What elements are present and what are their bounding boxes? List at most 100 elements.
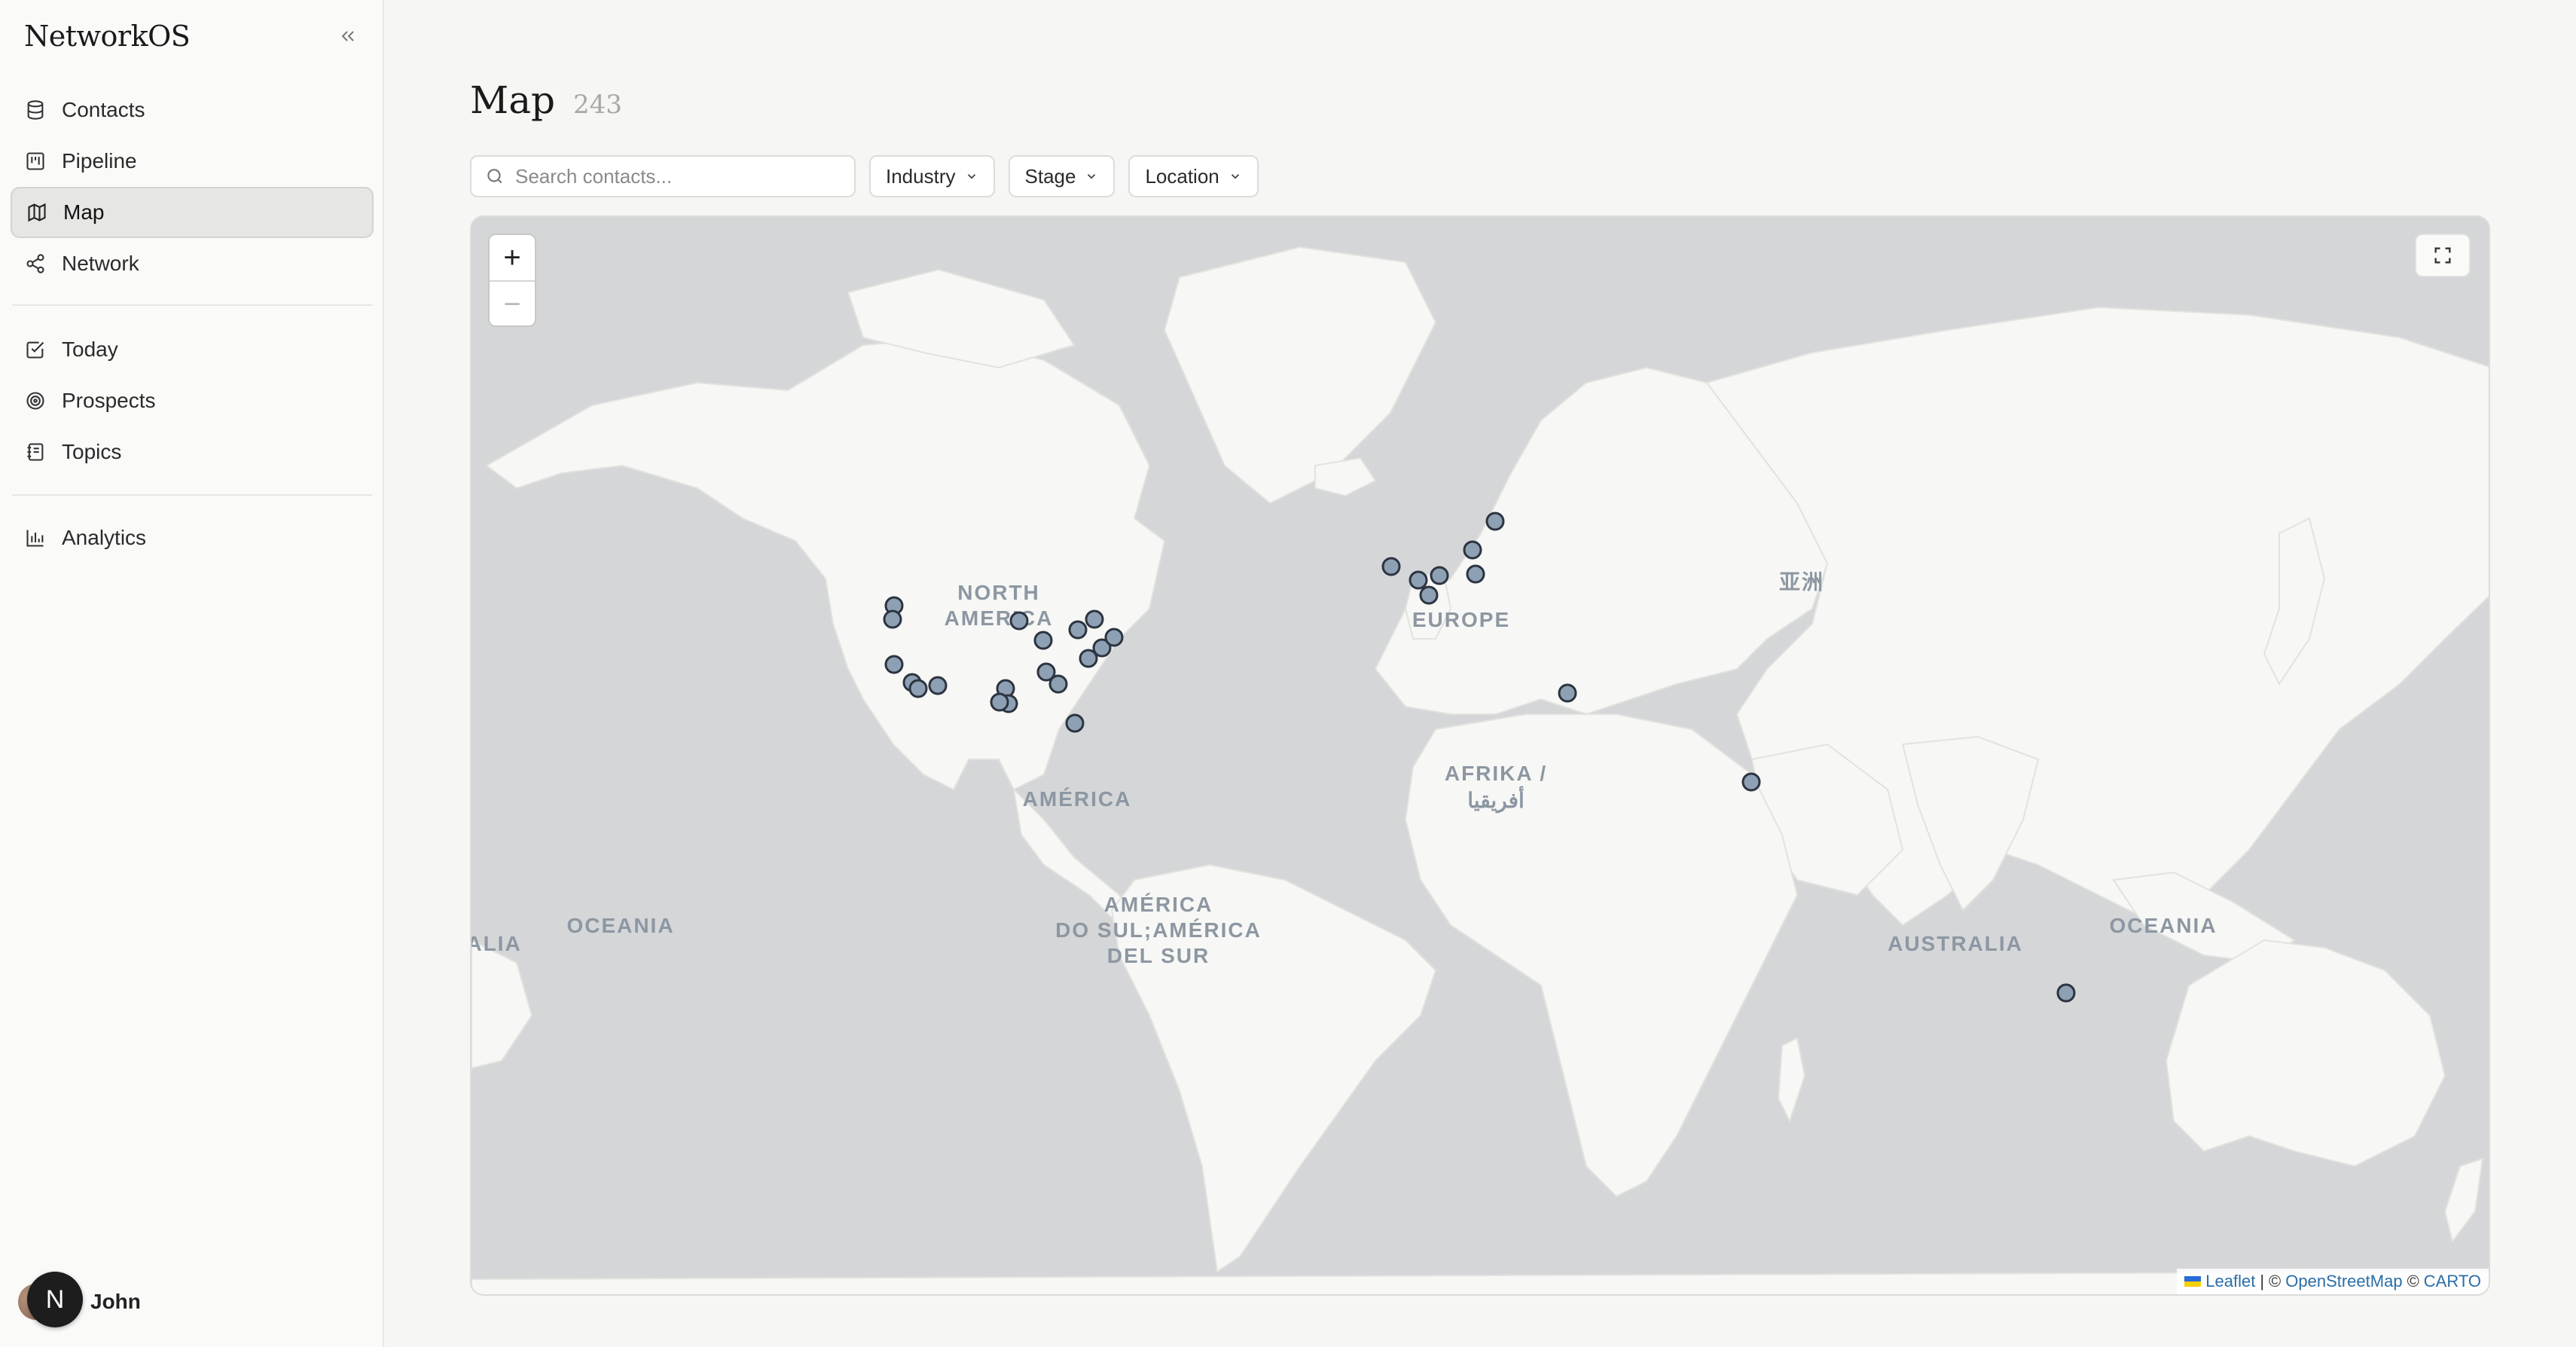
contact-marker[interactable] <box>1466 564 1485 584</box>
fullscreen-button[interactable] <box>2415 234 2471 277</box>
contact-marker[interactable] <box>2056 983 2076 1003</box>
contact-marker[interactable] <box>1079 649 1098 668</box>
target-icon <box>24 389 47 412</box>
sidebar-item-label: Pipeline <box>62 149 137 173</box>
contact-marker[interactable] <box>908 679 928 698</box>
sidebar-item-topics[interactable]: Topics <box>11 426 374 478</box>
app-brand: NetworkOS <box>24 20 191 53</box>
zoom-in-button[interactable]: + <box>490 235 535 282</box>
label-africa: AFRIKA / <box>1445 762 1547 785</box>
checkbox-icon <box>24 338 47 361</box>
contact-count: 243 <box>573 90 622 120</box>
sidebar-item-prospects[interactable]: Prospects <box>11 375 374 426</box>
copyright-symbol: © <box>2407 1272 2419 1290</box>
contact-marker[interactable] <box>1381 557 1401 576</box>
contact-marker[interactable] <box>1085 609 1104 629</box>
primary-nav: Contacts Pipeline Map Network <box>11 84 374 289</box>
chevrons-left-icon <box>341 31 354 41</box>
contact-marker[interactable] <box>1068 620 1088 640</box>
bar-chart-icon <box>24 527 47 549</box>
contacts-map[interactable]: NORTH AMERICA EUROPE 亚洲 AFRIKA / أفريقيا… <box>470 215 2490 1296</box>
industry-filter[interactable]: Industry <box>869 155 995 197</box>
label-oceania: OCEANIA <box>566 914 674 937</box>
contact-marker[interactable] <box>1558 683 1577 703</box>
leaflet-link[interactable]: Leaflet <box>2205 1272 2255 1291</box>
filter-label: Stage <box>1024 164 1076 188</box>
contact-marker[interactable] <box>928 676 948 695</box>
database-icon <box>24 99 47 121</box>
label-north-america: AMERICA <box>945 606 1054 630</box>
copyright-symbol: © <box>2269 1272 2281 1290</box>
attribution-separator: | <box>2260 1272 2265 1290</box>
map-attribution: Leaflet | © OpenStreetMap © CARTO <box>2177 1269 2489 1294</box>
contact-marker[interactable] <box>1741 772 1761 792</box>
search-box <box>470 155 856 197</box>
world-map[interactable]: NORTH AMERICA EUROPE 亚洲 AFRIKA / أفريقيا… <box>472 217 2490 1296</box>
label-south-america: DEL SUR <box>1107 944 1210 967</box>
map-icon <box>26 201 48 224</box>
label-oceania: OCEANIA <box>2109 914 2217 937</box>
contact-marker[interactable] <box>1048 674 1068 694</box>
sidebar: NetworkOS Contacts Pipeline Map Network … <box>0 0 384 1347</box>
zoom-control: + − <box>488 234 536 327</box>
contact-marker[interactable] <box>1430 566 1449 585</box>
sidebar-item-label: Topics <box>62 440 122 463</box>
sidebar-item-today[interactable]: Today <box>11 324 374 375</box>
filter-toolbar: Industry Stage Location <box>470 155 1259 197</box>
search-input[interactable] <box>514 163 833 189</box>
label-europe: EUROPE <box>1412 608 1510 631</box>
contact-marker[interactable] <box>1463 540 1482 560</box>
label-south-america: DO SUL;AMÉRICA <box>1055 918 1262 942</box>
contact-marker[interactable] <box>884 655 904 674</box>
chevron-down-icon <box>1228 170 1242 183</box>
contact-marker[interactable] <box>1485 512 1505 531</box>
collapse-sidebar-button[interactable] <box>334 23 362 50</box>
user-menu[interactable]: N John <box>18 1272 141 1332</box>
avatar: N <box>18 1272 83 1327</box>
sidebar-item-analytics[interactable]: Analytics <box>11 512 374 564</box>
sidebar-item-label: Today <box>62 338 118 361</box>
sidebar-item-pipeline[interactable]: Pipeline <box>11 136 374 187</box>
chevron-down-icon <box>965 170 978 183</box>
sidebar-item-label: Analytics <box>62 526 147 549</box>
sidebar-item-network[interactable]: Network <box>11 238 374 289</box>
secondary-nav: Today Prospects Topics <box>11 324 374 478</box>
sidebar-divider <box>12 494 372 496</box>
user-name: John <box>90 1290 141 1313</box>
tertiary-nav: Analytics <box>11 512 374 564</box>
contact-marker[interactable] <box>990 692 1009 712</box>
location-filter[interactable]: Location <box>1128 155 1259 197</box>
sidebar-item-label: Prospects <box>62 389 156 412</box>
label-asia: 亚洲 <box>1779 570 1824 594</box>
notebook-icon <box>24 441 47 463</box>
sidebar-divider <box>12 304 372 306</box>
label-south-america: AMÉRICA <box>1104 893 1213 916</box>
expand-icon <box>2434 247 2451 264</box>
contact-marker[interactable] <box>883 609 902 629</box>
contact-marker[interactable] <box>1419 585 1439 605</box>
contact-marker[interactable] <box>1409 570 1428 590</box>
contact-marker[interactable] <box>1104 628 1124 647</box>
chevron-down-icon <box>1085 170 1098 183</box>
zoom-out-button[interactable]: − <box>490 282 535 325</box>
kanban-icon <box>24 150 47 173</box>
contact-marker[interactable] <box>1009 611 1029 631</box>
contact-marker[interactable] <box>1065 713 1085 733</box>
app-badge[interactable]: N <box>27 1272 83 1327</box>
sidebar-item-label: Map <box>63 200 105 224</box>
search-icon <box>485 166 505 186</box>
stage-filter[interactable]: Stage <box>1008 155 1116 197</box>
ukraine-flag-icon <box>2184 1276 2202 1287</box>
page-title: Map <box>470 78 556 122</box>
sidebar-item-map[interactable]: Map <box>11 187 374 238</box>
share-icon <box>24 252 47 275</box>
main-content: Map 243 Industry Stage Location <box>386 0 2576 1347</box>
sidebar-item-label: Contacts <box>62 98 145 121</box>
label-australia-edge: ALIA <box>472 932 522 955</box>
label-america: AMÉRICA <box>1023 787 1132 811</box>
label-north-america: NORTH <box>957 581 1040 604</box>
contact-marker[interactable] <box>1033 631 1053 650</box>
osm-link[interactable]: OpenStreetMap <box>2285 1272 2402 1291</box>
carto-link[interactable]: CARTO <box>2424 1272 2481 1291</box>
sidebar-item-contacts[interactable]: Contacts <box>11 84 374 136</box>
